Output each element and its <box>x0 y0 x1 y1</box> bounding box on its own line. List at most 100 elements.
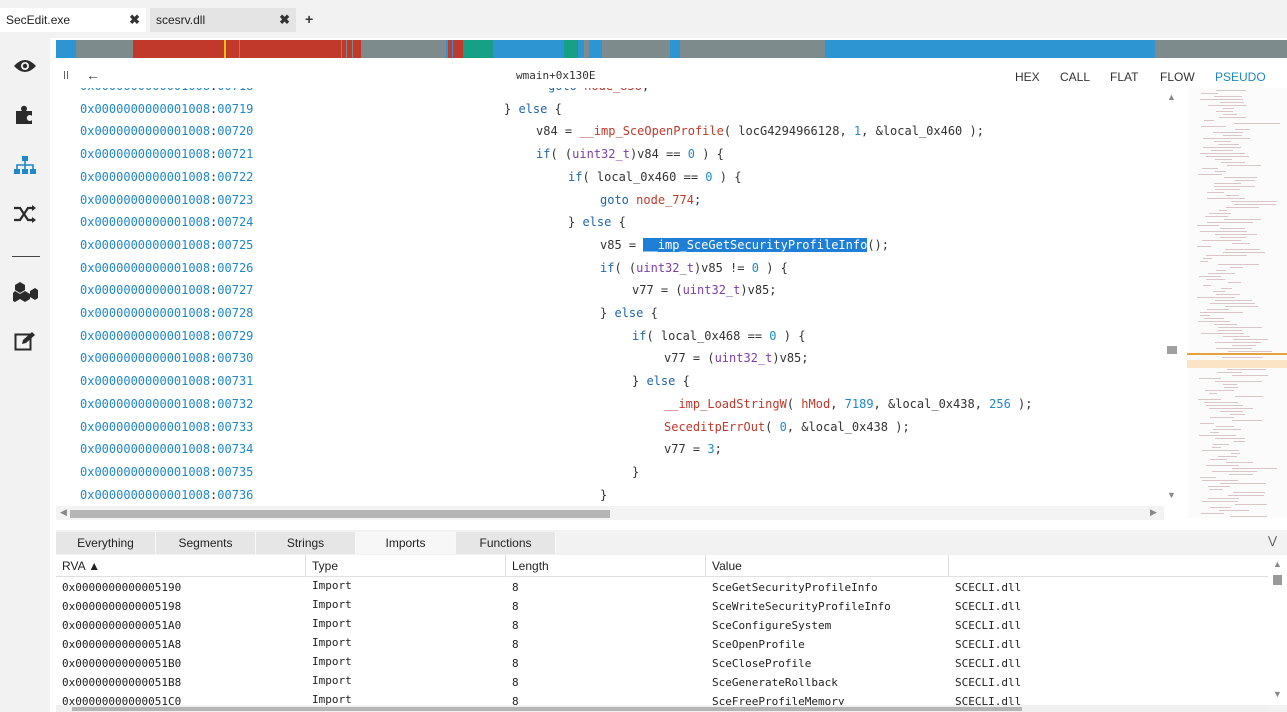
table-row[interactable]: 0x00000000000051B8 Import 8 SceGenerateRoll… <box>56 674 1268 693</box>
code-text[interactable]: v77 = (uint32_t)v85; <box>664 351 809 365</box>
code-line[interactable]: 0x0000000000001008:00724 } else { <box>56 215 1164 235</box>
code-line[interactable]: 0x0000000000001008:00735} <box>56 465 1164 485</box>
scroll-thumb[interactable] <box>72 707 1022 711</box>
table-row[interactable]: 0x0000000000005190 Import 8 SceGetSecurityP… <box>56 579 1268 598</box>
scroll-up-icon[interactable]: ▲ <box>1273 559 1282 569</box>
code-text[interactable]: goto node_774; <box>600 193 701 207</box>
close-icon[interactable]: ✖ <box>129 8 140 32</box>
code-text[interactable]: } <box>632 465 639 479</box>
scroll-thumb[interactable] <box>1167 346 1177 354</box>
line-address[interactable]: 0x0000000000001008:00720 <box>80 124 253 138</box>
code-text[interactable]: SeceditpErrOut( 0, &local_0x438 ); <box>664 420 910 434</box>
view-hex[interactable]: HEX <box>1015 70 1040 84</box>
code-text[interactable]: goto node_858; <box>548 88 649 93</box>
shuffle-icon[interactable] <box>10 199 40 229</box>
table-vertical-scrollbar[interactable]: ▲ ▼ <box>1268 555 1287 705</box>
close-icon[interactable]: ✖ <box>279 8 290 32</box>
line-address[interactable]: 0x0000000000001008:00734 <box>80 442 253 456</box>
code-vertical-scrollbar[interactable]: ▲ ▼ <box>1164 88 1180 506</box>
line-address[interactable]: 0x0000000000001008:00719 <box>80 102 253 116</box>
code-line[interactable]: 0x0000000000001008:00732 __imp_LoadString… <box>56 397 1164 417</box>
code-line[interactable]: 0x0000000000001008:00731 } else { <box>56 374 1164 394</box>
code-text[interactable]: if( (uint32_t)v85 != 0 ) { <box>600 261 788 275</box>
line-address[interactable]: 0x0000000000001008:00726 <box>80 261 253 275</box>
code-line[interactable]: 0x0000000000001008:00729 if( local_0x468 … <box>56 329 1164 349</box>
collapse-panel-icon[interactable]: ⋁ <box>1268 534 1277 547</box>
pause-icon[interactable] <box>64 71 68 79</box>
view-pseudo[interactable]: PSEUDO <box>1215 70 1266 84</box>
code-text[interactable]: v77 = 3; <box>664 442 722 456</box>
code-text[interactable]: v85 = __imp_SceGetSecurityProfileInfo(); <box>600 237 889 252</box>
cubes-icon[interactable] <box>10 277 40 307</box>
back-arrow-icon[interactable]: ← <box>86 67 100 83</box>
line-address[interactable]: 0x0000000000001008:00721 <box>80 147 253 161</box>
code-horizontal-scrollbar[interactable]: ◀ ▶ <box>56 506 1164 520</box>
pseudocode-view[interactable]: 0x0000000000001008:00718goto node_858;0x… <box>56 88 1164 506</box>
column-header-length[interactable]: Length <box>506 555 706 577</box>
code-text[interactable]: } else { <box>600 306 658 320</box>
tab-secedit[interactable]: SecEdit.exe ✖ <box>0 8 146 32</box>
code-line[interactable]: 0x0000000000001008:00725 v85 = __imp_SceG… <box>56 237 1164 258</box>
code-line[interactable]: 0x0000000000001008:00720 v84 = __imp_SceO… <box>56 124 1164 144</box>
tab-strings[interactable]: Strings <box>256 532 356 554</box>
add-tab-button[interactable]: + <box>305 11 313 27</box>
scroll-up-icon[interactable]: ▲ <box>1167 92 1176 102</box>
code-line[interactable]: 0x0000000000001008:00719 } else { <box>56 102 1164 122</box>
scroll-down-icon[interactable]: ▼ <box>1167 490 1176 500</box>
overview-strip[interactable] <box>56 40 1287 58</box>
code-line[interactable]: 0x0000000000001008:00722 if( local_0x460 … <box>56 170 1164 190</box>
code-text[interactable]: if( local_0x460 == 0 ) { <box>568 170 741 184</box>
eye-icon[interactable] <box>10 51 40 81</box>
scroll-left-icon[interactable]: ◀ <box>60 507 67 518</box>
code-text[interactable]: } else { <box>568 215 626 229</box>
line-address[interactable]: 0x0000000000001008:00732 <box>80 397 253 411</box>
view-flow[interactable]: FLOW <box>1160 70 1195 84</box>
code-line[interactable]: 0x0000000000001008:00718 goto node_858; <box>56 88 1164 99</box>
code-text[interactable]: } <box>600 488 607 502</box>
code-text[interactable]: } else { <box>504 102 562 116</box>
line-address[interactable]: 0x0000000000001008:00728 <box>80 306 253 320</box>
table-row[interactable]: 0x00000000000051C0 Import 8 SceFreeProfileM… <box>56 693 1268 705</box>
code-line[interactable]: 0x0000000000001008:00733 SeceditpErrOut( … <box>56 420 1164 440</box>
code-line[interactable]: 0x0000000000001008:00736} <box>56 488 1164 506</box>
hierarchy-icon[interactable] <box>10 150 40 180</box>
table-horizontal-scrollbar[interactable] <box>56 705 1268 712</box>
code-line[interactable]: 0x0000000000001008:00734 v77 = 3; <box>56 442 1164 462</box>
tab-scesrv[interactable]: scesrv.dll ✖ <box>150 8 296 32</box>
code-text[interactable]: v77 = (uint32_t)v85; <box>632 283 777 297</box>
column-header-value[interactable]: Value <box>706 555 949 577</box>
line-address[interactable]: 0x0000000000001008:00730 <box>80 351 253 365</box>
code-text[interactable]: v84 = __imp_SceOpenProfile( locG42949661… <box>536 124 984 138</box>
puzzle-icon[interactable] <box>10 100 40 130</box>
code-line[interactable]: 0x0000000000001008:00728 } else { <box>56 306 1164 326</box>
code-line[interactable]: 0x0000000000001008:00726 if( (uint32_t)v8… <box>56 261 1164 281</box>
line-address[interactable]: 0x0000000000001008:00718 <box>80 88 253 93</box>
scroll-thumb[interactable] <box>1273 575 1282 585</box>
code-line[interactable]: 0x0000000000001008:00730 v77 = (uint32_t)… <box>56 351 1164 371</box>
code-line[interactable]: 0x0000000000001008:00727 v77 = (uint32_t)… <box>56 283 1164 303</box>
line-address[interactable]: 0x0000000000001008:00731 <box>80 374 253 388</box>
code-line[interactable]: 0x0000000000001008:00721 if( (uint32_t)v8… <box>56 147 1164 167</box>
code-text[interactable]: if( local_0x468 == 0 ) { <box>632 329 805 343</box>
code-text[interactable]: __imp_LoadStringW( hMod, 7189, &local_0x… <box>664 397 1033 411</box>
tab-segments[interactable]: Segments <box>156 532 256 554</box>
minimap[interactable] <box>1187 88 1287 518</box>
edit-icon[interactable] <box>10 326 40 356</box>
line-address[interactable]: 0x0000000000001008:00727 <box>80 283 253 297</box>
table-row[interactable]: 0x00000000000051B0 Import 8 SceCloseProfile… <box>56 655 1268 674</box>
code-text[interactable]: if( (uint32_t)v84 == 0 ) { <box>536 147 724 161</box>
line-address[interactable]: 0x0000000000001008:00723 <box>80 193 253 207</box>
table-row[interactable]: 0x00000000000051A0 Import 8 SceConfigureSys… <box>56 617 1268 636</box>
line-address[interactable]: 0x0000000000001008:00724 <box>80 215 253 229</box>
table-row[interactable]: 0x0000000000005198 Import 8 SceWriteSecurit… <box>56 598 1268 617</box>
line-address[interactable]: 0x0000000000001008:00733 <box>80 420 253 434</box>
minimap-viewport-marker[interactable] <box>1187 353 1287 355</box>
scroll-right-icon[interactable]: ▶ <box>1150 507 1157 518</box>
line-address[interactable]: 0x0000000000001008:00736 <box>80 488 253 502</box>
scroll-down-icon[interactable]: ▼ <box>1273 689 1282 699</box>
column-header-type[interactable]: Type <box>306 555 506 577</box>
view-call[interactable]: CALL <box>1060 70 1090 84</box>
column-header-rva[interactable]: RVA ▲ <box>56 555 306 577</box>
table-row[interactable]: 0x00000000000051A8 Import 8 SceOpenProfile S… <box>56 636 1268 655</box>
code-text[interactable]: } else { <box>632 374 690 388</box>
